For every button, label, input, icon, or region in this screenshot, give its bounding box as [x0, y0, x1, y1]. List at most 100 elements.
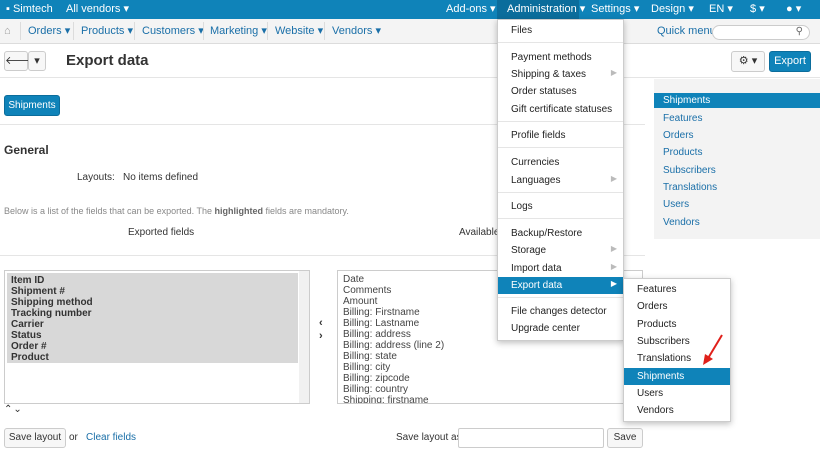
back-dropdown-button[interactable]: ▾	[28, 51, 46, 71]
quick-menu-link[interactable]: Quick menu	[657, 19, 716, 43]
list-item[interactable]: Product	[11, 352, 93, 363]
home-icon[interactable]: ⌂	[4, 19, 11, 43]
chevron-left-icon: ‹	[319, 317, 323, 329]
sidebar-item-vendors[interactable]: Vendors	[663, 215, 700, 230]
export-sidebar: Shipments Features Orders Products Subsc…	[654, 79, 820, 239]
scrollbar[interactable]	[299, 271, 309, 403]
submenu-item-features[interactable]: Features	[624, 281, 676, 298]
nav-orders[interactable]: Orders ▾	[28, 19, 70, 43]
list-item[interactable]: Billing: address (line 2)	[343, 340, 444, 351]
submenu-item-translations[interactable]: Translations	[624, 350, 691, 367]
sidebar-item-products[interactable]: Products	[663, 145, 702, 160]
menu-item-file-changes-detector[interactable]: File changes detector	[498, 303, 607, 320]
list-item[interactable]: Billing: address	[343, 329, 444, 340]
move-right-button[interactable]: ›	[319, 330, 323, 342]
menu-item-files[interactable]: Files	[498, 22, 532, 39]
sidebar-item-users[interactable]: Users	[663, 197, 689, 212]
list-item[interactable]: Tracking number	[11, 308, 93, 319]
divider	[324, 22, 325, 40]
menu-settings[interactable]: Settings ▾	[591, 0, 639, 19]
user-menu[interactable]: ● ▾	[786, 0, 801, 19]
caret-down-icon: ▾	[490, 3, 496, 15]
menu-item-shipping-taxes[interactable]: Shipping & taxes	[498, 66, 586, 83]
caret-down-icon: ▾	[633, 3, 640, 15]
list-item[interactable]: Billing: city	[343, 362, 444, 373]
submenu-item-subscribers[interactable]: Subscribers	[624, 333, 690, 350]
nav-customers[interactable]: Customers ▾	[142, 19, 204, 43]
menu-item-export-data[interactable]: Export data	[498, 277, 623, 294]
list-item[interactable]: Date	[343, 274, 444, 285]
list-item[interactable]: Comments	[343, 285, 444, 296]
settings-dropdown-button[interactable]: ⚙ ▾	[731, 51, 765, 72]
list-item[interactable]: Shipping: firstname	[343, 395, 444, 403]
menu-addons[interactable]: Add-ons ▾	[446, 0, 496, 19]
list-item[interactable]: Billing: Lastname	[343, 318, 444, 329]
save-button[interactable]: Save	[607, 428, 643, 448]
sort-arrows[interactable]: ⌃⌄	[4, 404, 23, 415]
nav-vendors[interactable]: Vendors ▾	[332, 19, 381, 43]
list-item[interactable]: Status	[11, 330, 93, 341]
sidebar-item-subscribers[interactable]: Subscribers	[663, 163, 716, 178]
layout-name-input[interactable]	[458, 428, 604, 448]
submenu-item-vendors[interactable]: Vendors	[624, 402, 674, 419]
export-button[interactable]: Export	[769, 51, 811, 72]
menu-item-logs[interactable]: Logs	[498, 198, 533, 215]
gear-icon: ⚙	[738, 55, 749, 67]
sidebar-item-orders[interactable]: Orders	[663, 128, 694, 143]
language-selector[interactable]: EN ▾	[709, 0, 733, 19]
save-layout-button[interactable]: Save layout	[4, 428, 66, 448]
chevron-down-icon[interactable]: ⌄	[13, 404, 22, 415]
list-item[interactable]: Billing: zipcode	[343, 373, 444, 384]
menu-item-currencies[interactable]: Currencies	[498, 154, 559, 171]
divider	[498, 121, 623, 122]
submenu-item-orders[interactable]: Orders	[624, 298, 668, 315]
sidebar-item-translations[interactable]: Translations	[663, 180, 717, 195]
menu-item-profile-fields[interactable]: Profile fields	[498, 127, 565, 144]
menu-item-payment-methods[interactable]: Payment methods	[498, 49, 592, 66]
sidebar-item-features[interactable]: Features	[663, 111, 702, 126]
menu-item-storage[interactable]: Storage	[498, 242, 546, 259]
divider	[134, 22, 135, 40]
chevron-up-icon[interactable]: ⌃	[4, 404, 13, 415]
menu-item-upgrade-center[interactable]: Upgrade center	[498, 320, 580, 337]
divider	[498, 297, 623, 298]
nav-products[interactable]: Products ▾	[81, 19, 133, 43]
back-button[interactable]: 🡐	[4, 51, 35, 71]
menu-administration[interactable]: Administration ▾	[497, 0, 585, 19]
clear-fields-link[interactable]: Clear fields	[86, 432, 136, 443]
list-item[interactable]: Order #	[11, 341, 93, 352]
list-item[interactable]: Billing: country	[343, 384, 444, 395]
list-item[interactable]: Amount	[343, 296, 444, 307]
currency-selector[interactable]: $ ▾	[750, 0, 765, 19]
list-item[interactable]: Shipment #	[11, 286, 93, 297]
menu-item-order-statuses[interactable]: Order statuses	[498, 83, 577, 100]
fields-note: Below is a list of the fields that can b…	[4, 206, 349, 216]
menu-item-backup-restore[interactable]: Backup/Restore	[498, 225, 582, 242]
nav-website[interactable]: Website ▾	[275, 19, 323, 43]
divider	[73, 22, 74, 40]
list-item[interactable]: Billing: state	[343, 351, 444, 362]
list-item[interactable]: Billing: Firstname	[343, 307, 444, 318]
move-left-button[interactable]: ‹	[319, 317, 323, 329]
search-input[interactable]: ⚲	[712, 25, 810, 40]
page-title: Export data	[66, 52, 149, 69]
list-item[interactable]: Item ID	[11, 275, 93, 286]
submenu-item-shipments[interactable]: Shipments	[624, 368, 730, 385]
search-icon: ⚲	[795, 26, 803, 37]
exported-fields-list[interactable]: Item ID Shipment # Shipping method Track…	[4, 270, 310, 404]
list-item[interactable]: Carrier	[11, 319, 93, 330]
menu-item-languages[interactable]: Languages	[498, 172, 561, 189]
list-item[interactable]: Shipping method	[11, 297, 93, 308]
caret-down-icon: ▾	[127, 25, 134, 37]
menu-design[interactable]: Design ▾	[651, 0, 694, 19]
submenu-item-products[interactable]: Products	[624, 316, 676, 333]
menu-item-gift-certificate-statuses[interactable]: Gift certificate statuses	[498, 101, 612, 118]
nav-marketing[interactable]: Marketing ▾	[210, 19, 267, 43]
menu-item-import-data[interactable]: Import data	[498, 260, 562, 277]
store-name[interactable]: ▪ Simtech	[6, 0, 53, 19]
tab-shipments[interactable]: Shipments	[4, 95, 60, 116]
submenu-item-users[interactable]: Users	[624, 385, 663, 402]
divider	[267, 22, 268, 40]
vendor-selector[interactable]: All vendors ▾	[66, 0, 129, 19]
sidebar-item-shipments[interactable]: Shipments	[654, 93, 820, 108]
